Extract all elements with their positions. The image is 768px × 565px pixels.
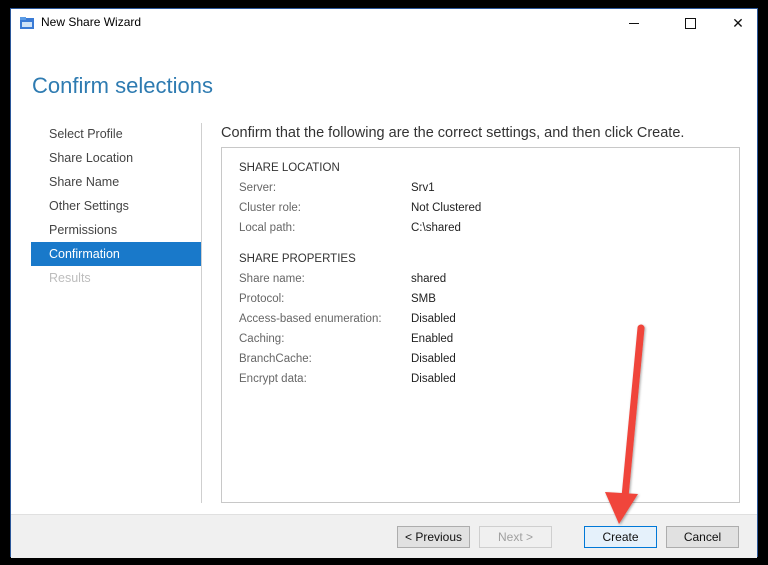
share-folder-icon <box>20 17 34 29</box>
nav-item-select-profile[interactable]: Select Profile <box>31 122 201 146</box>
row-label: Caching: <box>239 333 285 345</box>
nav-item-share-location[interactable]: Share Location <box>31 146 201 170</box>
close-icon: ✕ <box>732 14 744 31</box>
row-label: Access-based enumeration: <box>239 313 382 325</box>
row-value: C:\shared <box>411 222 461 234</box>
wizard-window: New Share Wizard ✕ Confirm selections Se… <box>10 8 758 558</box>
row-label: Protocol: <box>239 293 285 305</box>
row-value: shared <box>411 273 447 285</box>
share-location-heading: SHARE LOCATION <box>239 162 340 174</box>
summary-row-local-path: Local path: C:\shared <box>239 222 719 240</box>
row-label: Encrypt data: <box>239 373 307 385</box>
nav-item-permissions[interactable]: Permissions <box>31 218 201 242</box>
minimize-button[interactable] <box>611 9 657 37</box>
row-label: BranchCache: <box>239 353 312 365</box>
summary-row-server: Server: Srv1 <box>239 182 719 200</box>
summary-row-caching: Caching: Enabled <box>239 333 719 351</box>
maximize-icon <box>684 17 696 29</box>
previous-button[interactable]: < Previous <box>397 526 470 548</box>
summary-row-encrypt-data: Encrypt data: Disabled <box>239 373 719 391</box>
summary-row-cluster-role: Cluster role: Not Clustered <box>239 202 719 220</box>
summary-row-share-name: Share name: shared <box>239 273 719 291</box>
wizard-footer: < Previous Next > Create Cancel <box>11 514 757 558</box>
row-value: Disabled <box>411 373 456 385</box>
row-value: Disabled <box>411 313 456 325</box>
nav-item-share-name[interactable]: Share Name <box>31 170 201 194</box>
row-value: Disabled <box>411 353 456 365</box>
title-bar[interactable]: New Share Wizard ✕ <box>11 9 757 37</box>
summary-row-branchcache: BranchCache: Disabled <box>239 353 719 371</box>
wizard-content: Confirm selections Select Profile Share … <box>11 37 757 514</box>
row-value: Srv1 <box>411 182 435 194</box>
row-value: Enabled <box>411 333 454 345</box>
window-title: New Share Wizard <box>41 15 142 29</box>
maximize-button[interactable] <box>667 9 713 37</box>
page-title: Confirm selections <box>32 73 213 98</box>
next-button: Next > <box>479 526 552 548</box>
settings-summary-box[interactable]: SHARE LOCATION Server: Srv1 Cluster role… <box>221 147 740 503</box>
share-properties-heading: SHARE PROPERTIES <box>239 253 356 265</box>
row-label: Share name: <box>239 273 305 285</box>
close-button[interactable]: ✕ <box>715 9 761 37</box>
cancel-button[interactable]: Cancel <box>666 526 739 548</box>
row-label: Cluster role: <box>239 202 301 214</box>
row-value: Not Clustered <box>411 202 482 214</box>
nav-item-other-settings[interactable]: Other Settings <box>31 194 201 218</box>
row-label: Server: <box>239 182 277 194</box>
instruction-text: Confirm that the following are the corre… <box>221 125 685 141</box>
summary-row-protocol: Protocol: SMB <box>239 293 719 311</box>
nav-item-confirmation[interactable]: Confirmation <box>31 242 201 266</box>
row-value: SMB <box>411 293 436 305</box>
summary-row-access-based-enumeration: Access-based enumeration: Disabled <box>239 313 719 331</box>
minimize-icon <box>629 22 639 24</box>
create-button[interactable]: Create <box>584 526 657 548</box>
row-label: Local path: <box>239 222 296 234</box>
wizard-steps-nav: Select Profile Share Location Share Name… <box>31 122 201 290</box>
nav-divider <box>201 123 202 503</box>
nav-item-results: Results <box>49 271 91 285</box>
